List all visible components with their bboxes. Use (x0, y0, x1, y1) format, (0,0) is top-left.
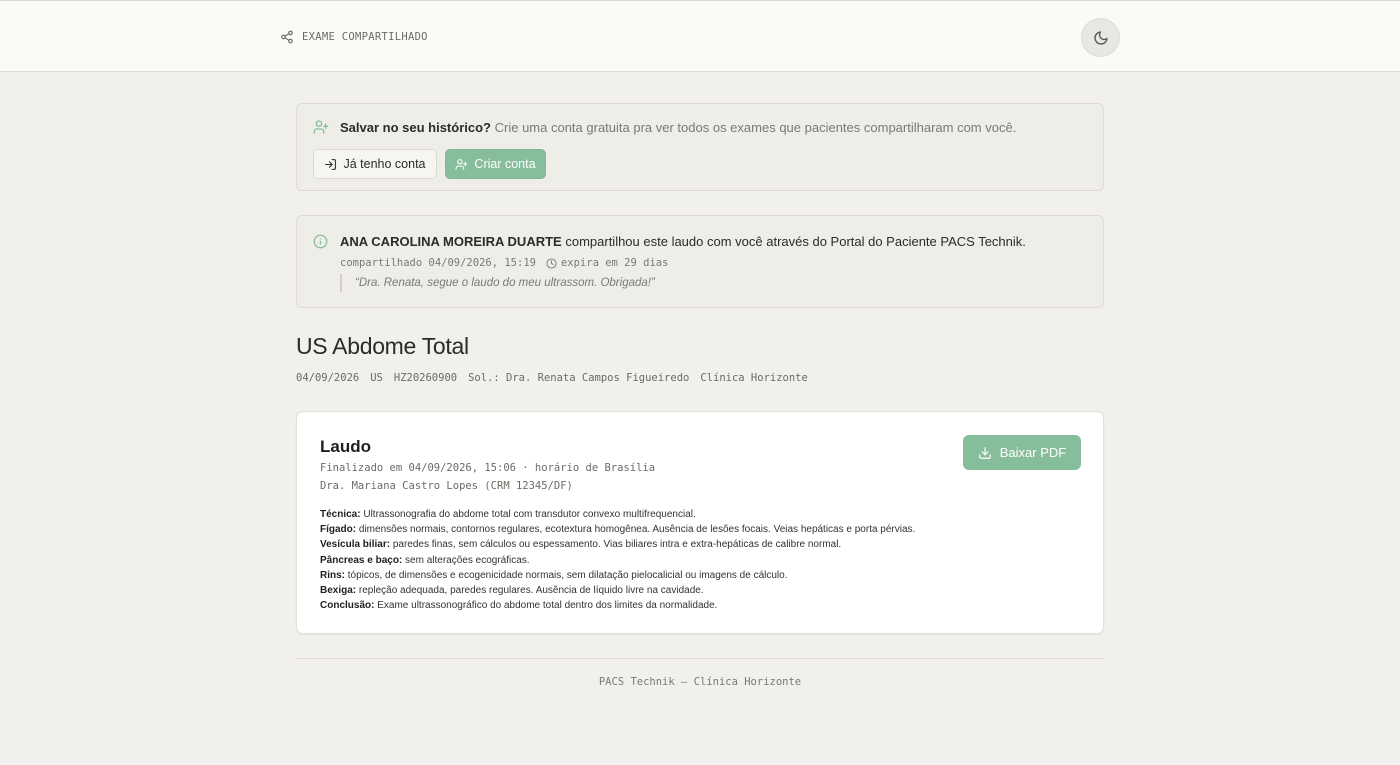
report-doctor: Dra. Mariana Castro Lopes (CRM 12345/DF) (320, 480, 573, 492)
share-message-text: compartilhou este laudo com você através… (565, 234, 1026, 249)
sender-name: ANA CAROLINA MOREIRA DUARTE (340, 234, 562, 249)
finding-label: Pâncreas e baço: (320, 554, 403, 566)
report-findings: Técnica: Ultrassonografia do abdome tota… (320, 507, 1080, 613)
finding-label: Rins: (320, 569, 345, 581)
save-history-card: Salvar no seu histórico? Crie uma conta … (296, 103, 1104, 191)
share-info-card: ANA CAROLINA MOREIRA DUARTE compartilhou… (296, 215, 1104, 308)
finding-text: paredes finas, sem cálculos ou espessame… (392, 539, 842, 551)
finding-line: Pâncreas e baço: sem alterações ecográfi… (320, 553, 1080, 568)
user-plus-icon (313, 120, 329, 134)
download-icon (978, 446, 991, 459)
exam-modality: US (370, 372, 383, 384)
expiry: expira em 29 dias (546, 257, 668, 269)
finding-label: Fígado: (320, 524, 357, 536)
finding-label: Conclusão: (320, 600, 375, 612)
finding-text: sem alterações ecográficas. (405, 554, 530, 566)
theme-toggle-button[interactable] (1081, 18, 1120, 57)
report-card: Laudo Finalizado em 04/09/2026, 15:06 · … (296, 411, 1104, 634)
save-prompt-description: Crie uma conta gratuita pra ver todos os… (494, 120, 1017, 135)
exam-title: US Abdome Total (296, 333, 469, 359)
clock-icon (546, 257, 557, 269)
finding-line: Fígado: dimensões normais, contornos reg… (320, 522, 1080, 537)
finding-line: Conclusão: Exame ultrassonográfico do ab… (320, 598, 1080, 613)
share-meta: compartilhado 04/09/2026, 15:19 expira e… (340, 257, 668, 269)
moon-icon (1093, 30, 1108, 45)
header-brand: EXAME COMPARTILHADO (280, 30, 428, 44)
download-pdf-button[interactable]: Baixar PDF (963, 435, 1081, 470)
shared-at: compartilhado 04/09/2026, 15:19 (340, 257, 536, 269)
finding-text: repleção adequada, paredes regulares. Au… (358, 585, 704, 597)
signup-button[interactable]: Criar conta (445, 149, 546, 179)
finding-label: Vesícula biliar: (320, 539, 391, 551)
exam-meta: 04/09/2026 US HZ20260900 Sol.: Dra. Rena… (296, 372, 808, 384)
footer-divider (296, 658, 1104, 659)
exam-clinic: Clínica Horizonte (700, 372, 808, 384)
user-plus-icon (455, 158, 468, 170)
finding-label: Bexiga: (320, 585, 357, 597)
log-in-icon (325, 158, 337, 170)
save-prompt-title: Salvar no seu histórico? (340, 120, 491, 135)
exam-accession: HZ20260900 (393, 372, 458, 384)
share-message: ANA CAROLINA MOREIRA DUARTE compartilhou… (340, 234, 1026, 249)
share-icon (281, 30, 293, 44)
finding-text: dimensões normais, contornos regulares, … (358, 524, 916, 536)
footer-text: PACS Technik — Clínica Horizonte (598, 676, 802, 688)
finding-text: Exame ultrassonográfico do abdome total … (377, 600, 718, 612)
header-title: EXAME COMPARTILHADO (302, 31, 428, 43)
finding-line: Rins: tópicos, de dimensões e ecogenicid… (320, 568, 1080, 583)
save-prompt-text: Salvar no seu histórico? Crie uma conta … (340, 120, 1016, 135)
expiry-text: expira em 29 dias (560, 257, 669, 269)
report-heading: Laudo (320, 437, 371, 456)
download-pdf-label: Baixar PDF (999, 445, 1067, 460)
exam-date: 04/09/2026 (296, 372, 360, 384)
signup-button-label: Criar conta (474, 157, 536, 171)
finding-line: Bexiga: repleção adequada, paredes regul… (320, 583, 1080, 598)
finding-label: Técnica: (320, 509, 361, 520)
share-note: “Dra. Renata, segue o laudo do meu ultra… (340, 274, 655, 292)
finding-line: Vesícula biliar: paredes finas, sem cálc… (320, 537, 1080, 552)
report-finalized: Finalizado em 04/09/2026, 15:06 · horári… (320, 462, 656, 474)
finding-line: Técnica: Ultrassonografia do abdome tota… (320, 507, 1080, 522)
login-button[interactable]: Já tenho conta (313, 149, 437, 179)
top-bar: EXAME COMPARTILHADO (0, 0, 1400, 72)
login-button-label: Já tenho conta (343, 157, 426, 171)
exam-requester: Sol.: Dra. Renata Campos Figueiredo (468, 372, 690, 384)
finding-text: tópicos, de dimensões e ecogenicidade no… (347, 569, 788, 581)
info-icon (313, 234, 328, 249)
finding-text: Ultrassonografia do abdome total com tra… (363, 509, 696, 520)
